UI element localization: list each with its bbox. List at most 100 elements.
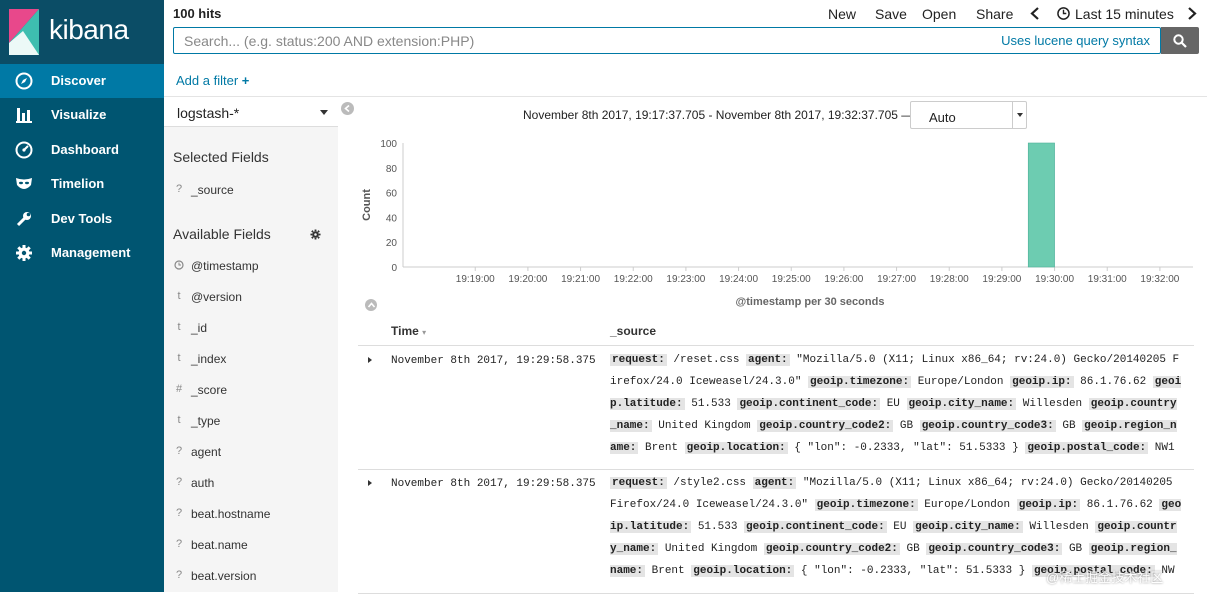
table-header-divider xyxy=(358,345,1194,346)
clock-icon xyxy=(1057,7,1070,20)
x-tick-label: 19:22:00 xyxy=(614,274,653,285)
source-field-key: request: xyxy=(610,477,667,489)
main-nav: kibana Discover Visualize Dashboard Timelio… xyxy=(0,0,164,592)
field-item[interactable]: ? agent xyxy=(164,441,338,463)
field-item[interactable]: # _score xyxy=(164,379,338,401)
search-button[interactable] xyxy=(1161,27,1199,54)
field-name: _id xyxy=(191,321,208,335)
field-type-icon: # xyxy=(175,383,183,395)
source-field-key: geoip.continent_code: xyxy=(744,521,887,533)
search-input[interactable] xyxy=(184,31,964,51)
source-field-value: GB xyxy=(906,543,920,555)
gear-icon xyxy=(16,245,32,261)
sort-icon: ▾ xyxy=(422,328,427,337)
expand-row-icon[interactable] xyxy=(368,480,372,486)
field-item[interactable]: t _index xyxy=(164,348,338,370)
collapse-sidebar-button[interactable] xyxy=(341,102,354,115)
source-field-value: /style2.css xyxy=(673,477,747,489)
field-name: _score xyxy=(191,383,228,397)
row-timestamp: November 8th 2017, 19:29:58.375 xyxy=(391,355,596,367)
x-tick-label: 19:27:00 xyxy=(877,274,916,285)
source-field-key: geoip.timezone: xyxy=(808,376,912,388)
field-item[interactable]: t _id xyxy=(164,317,338,339)
time-prev-icon[interactable] xyxy=(1030,7,1040,20)
field-item[interactable]: ? _source xyxy=(164,179,338,201)
field-type-icon: t xyxy=(177,352,181,364)
source-field-value: /reset.css xyxy=(673,354,740,366)
row-divider xyxy=(358,469,1194,470)
index-pattern-value: logstash-* xyxy=(177,105,240,121)
share-button[interactable]: Share xyxy=(976,6,1013,22)
index-pattern-select[interactable]: logstash-* xyxy=(164,97,338,127)
field-item[interactable]: t @version xyxy=(164,286,338,308)
time-next-icon[interactable] xyxy=(1187,7,1197,20)
search-bar: Uses lucene query syntax xyxy=(173,27,1161,54)
source-field-value: 86.1.76.62 xyxy=(1080,376,1147,388)
time-column-header[interactable]: Time ▾ xyxy=(391,324,426,338)
source-field-key: geoip.city_name: xyxy=(906,398,1017,410)
source-field-key: geoip.location: xyxy=(684,442,788,454)
nav-item-visualize[interactable]: Visualize xyxy=(0,98,164,132)
field-item[interactable]: ? beat.version xyxy=(164,565,338,587)
field-name: beat.version xyxy=(191,569,257,583)
time-range-label: November 8th 2017, 19:17:37.705 - Novemb… xyxy=(523,108,914,122)
nav-item-discover[interactable]: Discover xyxy=(0,64,164,98)
bar-chart-icon xyxy=(16,108,32,123)
y-tick-label: 0 xyxy=(391,263,397,274)
row-timestamp: November 8th 2017, 19:29:58.375 xyxy=(391,478,596,490)
histogram-bar[interactable] xyxy=(1027,142,1055,268)
interval-select[interactable]: Auto xyxy=(910,101,1027,129)
field-item[interactable]: ? auth xyxy=(164,472,338,494)
field-type-icon: ? xyxy=(175,445,183,457)
lucene-syntax-link[interactable]: Uses lucene query syntax xyxy=(1001,33,1150,48)
x-tick-label: 19:19:00 xyxy=(456,274,495,285)
field-item[interactable]: @timestamp xyxy=(164,255,338,277)
selected-fields-title: Selected Fields xyxy=(173,149,269,165)
row-source: request: /reset.css agent: "Mozilla/5.0 … xyxy=(610,349,1182,459)
collapse-chart-button[interactable] xyxy=(365,299,377,311)
x-tick-label: 19:21:00 xyxy=(561,274,600,285)
field-item[interactable]: ? beat.name xyxy=(164,534,338,556)
y-tick-label: 60 xyxy=(386,189,398,200)
x-tick-label: 19:30:00 xyxy=(1035,274,1074,285)
field-settings-gear-icon[interactable] xyxy=(310,229,321,240)
nav-item-dashboard[interactable]: Dashboard xyxy=(0,133,164,167)
compass-icon xyxy=(15,72,33,90)
open-button[interactable]: Open xyxy=(922,6,956,22)
nav-item-label: Dashboard xyxy=(51,142,119,157)
nav-item-management[interactable]: Management xyxy=(0,236,164,270)
nav-item-dev-tools[interactable]: Dev Tools xyxy=(0,202,164,236)
source-field-value: EU xyxy=(893,521,907,533)
expand-row-icon[interactable] xyxy=(368,357,372,363)
kibana-logo[interactable]: kibana xyxy=(0,0,164,64)
field-type-icon: ? xyxy=(175,569,183,581)
nav-item-timelion[interactable]: Timelion xyxy=(0,167,164,201)
field-item[interactable]: t _type xyxy=(164,410,338,432)
field-name: _index xyxy=(191,352,227,366)
search-icon xyxy=(1173,34,1187,48)
field-item[interactable]: ? beat.hostname xyxy=(164,503,338,525)
source-field-value: GB xyxy=(1068,543,1083,555)
x-tick-label: 19:32:00 xyxy=(1140,274,1179,285)
source-field-key: geoip.timezone: xyxy=(814,499,918,511)
histogram-chart: 0 20 40 60 80 100 19:19:00 19:20:00 19:21:00 19:… xyxy=(361,139,1193,308)
new-button[interactable]: New xyxy=(828,6,856,22)
source-field-key: geoip.country_code3: xyxy=(919,420,1056,432)
y-tick-label: 80 xyxy=(386,164,398,175)
nav-item-label: Timelion xyxy=(51,176,105,191)
add-filter-button[interactable]: Add a filter + xyxy=(176,73,249,88)
x-tick-label: 19:29:00 xyxy=(982,274,1021,285)
field-type-icon: t xyxy=(177,414,181,426)
save-button[interactable]: Save xyxy=(875,6,907,22)
clock-icon xyxy=(174,260,184,270)
time-picker-button[interactable]: Last 15 minutes xyxy=(1075,6,1174,22)
source-field-key: geoip.postal_code: xyxy=(1025,442,1149,454)
interval-dropdown-icon xyxy=(1012,102,1026,128)
logo-text: kibana xyxy=(49,14,129,45)
source-field-key: geoip.ip: xyxy=(1016,499,1081,511)
source-field-value: { "lon": -0.2333, "lat": 51.5333 } xyxy=(800,565,1026,577)
source-field-value: Brent xyxy=(645,442,679,454)
nav-item-label: Discover xyxy=(51,73,106,88)
source-field-value: 51.533 xyxy=(697,521,738,533)
field-name: auth xyxy=(191,476,215,490)
